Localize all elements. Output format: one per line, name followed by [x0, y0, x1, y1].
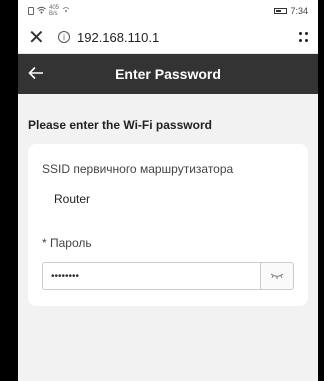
phone-screen: 405 B/s 7:34 ✕ i 192.168.110.1 Enter Pas…	[18, 0, 318, 381]
ssid-label: SSID первичного маршрутизатора	[42, 162, 234, 176]
password-input[interactable]	[42, 262, 260, 290]
device-frame: 405 B/s 7:34 ✕ i 192.168.110.1 Enter Pas…	[0, 0, 324, 381]
sim-icon	[28, 6, 34, 15]
page-title: Enter Password	[115, 66, 221, 82]
app-header: Enter Password	[18, 54, 318, 94]
main-content: Please enter the Wi-Fi password SSID пер…	[18, 118, 318, 306]
network-speed-unit: B/s	[49, 10, 58, 17]
password-field-row	[42, 262, 294, 290]
hotspot-icon	[62, 6, 70, 16]
network-speed: 405 B/s	[49, 5, 59, 17]
status-left: 405 B/s	[28, 5, 70, 17]
form-card: SSID первичного маршрутизатора Router * …	[28, 144, 308, 306]
status-right: 7:34	[274, 6, 308, 16]
password-prompt: Please enter the Wi-Fi password	[28, 118, 212, 132]
battery-icon	[274, 7, 288, 14]
more-options-icon[interactable]	[299, 32, 308, 42]
eye-closed-icon[interactable]	[260, 262, 294, 290]
browser-url-bar: ✕ i 192.168.110.1	[18, 21, 318, 54]
back-arrow-icon[interactable]	[28, 64, 56, 85]
status-bar: 405 B/s 7:34	[18, 0, 318, 21]
clock: 7:34	[290, 5, 308, 16]
url-text[interactable]: 192.168.110.1	[77, 30, 299, 45]
info-icon[interactable]: i	[58, 31, 70, 43]
password-label: * Пароль	[42, 236, 92, 250]
wifi-icon	[37, 6, 46, 16]
close-icon[interactable]: ✕	[28, 25, 50, 50]
ssid-value: Router	[54, 192, 91, 206]
